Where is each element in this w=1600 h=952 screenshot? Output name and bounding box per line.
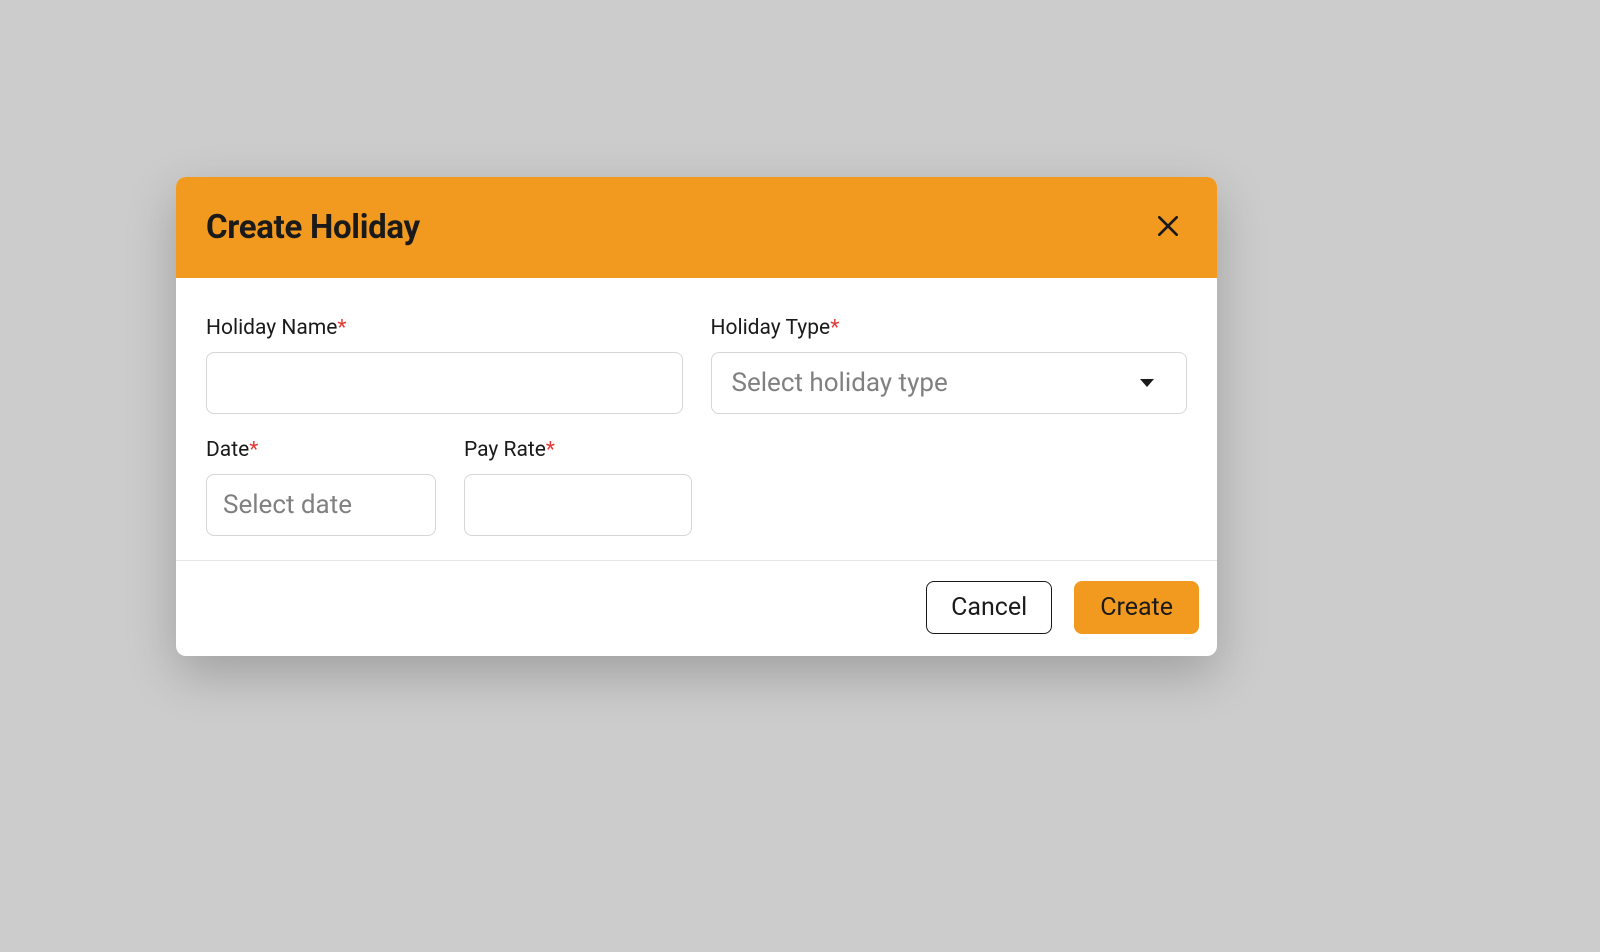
field-holiday-name: Holiday Name* [206, 316, 683, 414]
date-input[interactable] [206, 474, 436, 536]
required-mark: * [830, 316, 839, 340]
holiday-name-label: Holiday Name* [206, 316, 683, 340]
holiday-type-label: Holiday Type* [711, 316, 1188, 340]
select-placeholder-text: Select holiday type [732, 368, 948, 398]
modal-header: Create Holiday [176, 177, 1217, 278]
modal-footer: Cancel Create [176, 560, 1217, 656]
required-mark: * [249, 438, 258, 462]
field-pay-rate: Pay Rate* [464, 438, 692, 536]
form-row-2: Date* Pay Rate* [206, 438, 1187, 536]
date-label: Date* [206, 438, 436, 462]
pay-rate-label: Pay Rate* [464, 438, 692, 462]
label-text: Pay Rate [464, 438, 546, 462]
label-text: Date [206, 438, 249, 462]
form-row-1: Holiday Name* Holiday Type* Select holid… [206, 316, 1187, 414]
required-mark: * [546, 438, 555, 462]
label-text: Holiday Type [711, 316, 831, 340]
required-mark: * [337, 316, 346, 340]
create-holiday-modal: Create Holiday Holiday Name* Holiday Typ… [176, 177, 1217, 656]
field-holiday-type: Holiday Type* Select holiday type [711, 316, 1188, 414]
create-button[interactable]: Create [1074, 581, 1199, 634]
holiday-type-select[interactable]: Select holiday type [711, 352, 1188, 414]
holiday-name-input[interactable] [206, 352, 683, 414]
modal-body: Holiday Name* Holiday Type* Select holid… [176, 278, 1217, 560]
close-button[interactable] [1147, 209, 1189, 246]
holiday-type-select-wrap: Select holiday type [711, 352, 1188, 414]
field-date: Date* [206, 438, 436, 536]
close-icon [1155, 213, 1181, 242]
pay-rate-input[interactable] [464, 474, 692, 536]
cancel-button[interactable]: Cancel [926, 581, 1052, 634]
label-text: Holiday Name [206, 316, 337, 340]
modal-title: Create Holiday [206, 208, 420, 247]
